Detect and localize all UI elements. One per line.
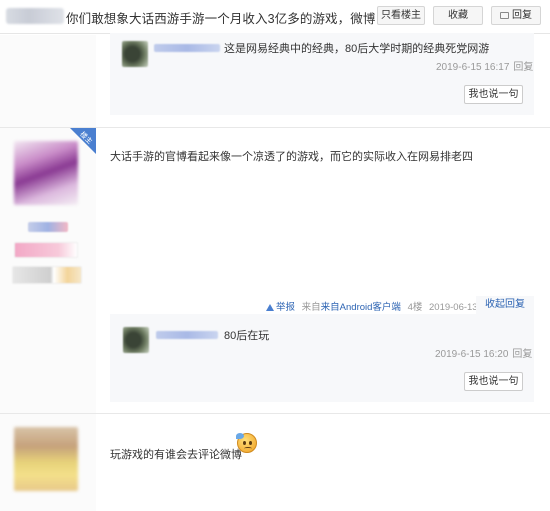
floor3-content: 玩游戏的有谁会去评论微博 — [110, 449, 242, 461]
thread-title: 你们敢想象大话西游手游一个月收入3亿多的游戏，微博 — [66, 12, 376, 26]
sweat-drop — [236, 433, 244, 439]
floor2-sub-replies: 80后在玩 2019-6-15 16:20 回复 我也说一句 — [110, 314, 534, 402]
sub-reply-meta: 2019-6-15 16:20 回复 — [435, 345, 532, 360]
client-source: 来自来自Android客户端 — [301, 302, 401, 313]
say-something-button[interactable]: 我也说一句 — [464, 85, 523, 104]
blurred-forum-name — [6, 8, 64, 24]
reply-icon — [500, 12, 509, 19]
sub-reply-text: 这是网易经典中的经典，80后大学时期的经典死党网游 — [224, 43, 490, 55]
floor-number: 4楼 — [407, 302, 423, 313]
sub-reply-time: 2019-6-15 16:17 — [436, 62, 510, 73]
sub-reply-avatar[interactable] — [123, 327, 149, 353]
fold-replies-button[interactable]: 收起回复 — [476, 296, 534, 314]
emoji-mouth — [244, 447, 252, 450]
sub-reply-reply-link[interactable]: 回复 — [513, 62, 533, 73]
only-op-button[interactable]: 只看楼主 — [377, 6, 425, 25]
floor3-author-avatar[interactable] — [14, 427, 78, 491]
floor2-content: 大话手游的官博看起来像一个凉透了的游戏，而它的实际收入在网易排老四 — [110, 151, 473, 163]
reply-button-label: 回复 — [512, 10, 532, 21]
floor1-sub-replies: 这是网易经典中的经典，80后大学时期的经典死党网游 2019-6-15 16:1… — [110, 33, 534, 115]
favorite-button[interactable]: 收藏 — [433, 6, 483, 25]
warning-icon — [266, 304, 274, 311]
floor2-author-avatar[interactable] — [14, 141, 78, 205]
sweat-smile-emoji-icon — [236, 433, 257, 453]
reply-button[interactable]: 回复 — [491, 6, 541, 25]
sub-reply-reply-link[interactable]: 回复 — [512, 349, 532, 360]
floor1-author-column — [0, 35, 96, 127]
sub-reply-time: 2019-6-15 16:20 — [435, 349, 509, 360]
sub-reply-username[interactable] — [156, 331, 218, 339]
floor2-meta: 举报 来自来自Android客户端 4楼 2019-06-13 20:28 — [266, 299, 504, 313]
floor2-author-medals — [12, 266, 82, 284]
thread-header: 你们敢想象大话西游手游一个月收入3亿多的游戏，微博 只看楼主 收藏 回复 — [0, 0, 550, 34]
report-link[interactable]: 举报 — [276, 302, 295, 313]
android-client-link[interactable]: 来自Android客户端 — [321, 302, 401, 313]
sub-reply-text: 80后在玩 — [224, 330, 270, 342]
sub-reply-avatar[interactable] — [122, 41, 148, 67]
sub-reply-meta: 2019-6-15 16:17 回复 — [436, 58, 533, 73]
floor2-author-name[interactable] — [28, 222, 68, 232]
say-something-button[interactable]: 我也说一句 — [464, 372, 523, 391]
sub-reply-username[interactable] — [154, 44, 220, 52]
floor2-author-level — [14, 242, 78, 258]
